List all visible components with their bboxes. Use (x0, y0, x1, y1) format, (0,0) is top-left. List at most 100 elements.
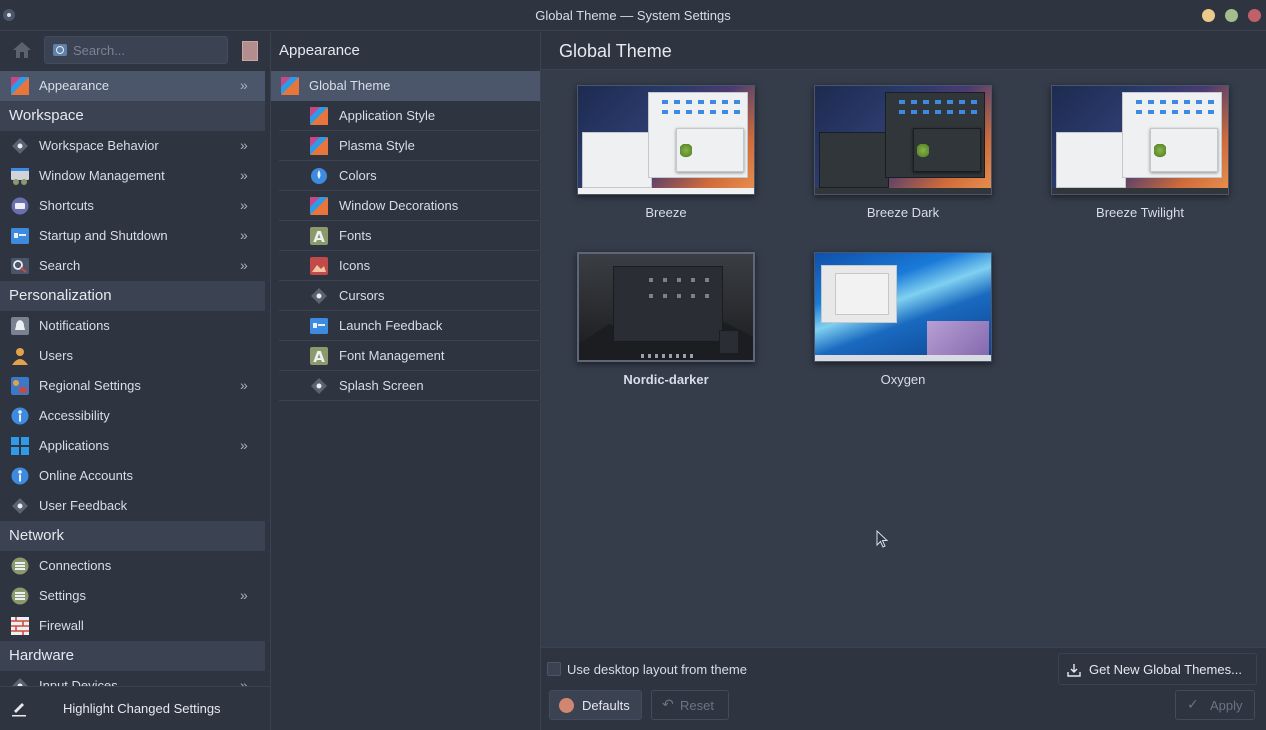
user-icon (10, 347, 30, 365)
theme-card-breeze[interactable]: Breeze (577, 85, 757, 225)
sidebar-item-label: Window Management (39, 168, 165, 183)
apply-button[interactable]: ✓ Apply (1175, 690, 1255, 720)
input-devices-icon (10, 677, 30, 686)
highlight-changed-settings-label: Highlight Changed Settings (63, 701, 221, 716)
category-item-label: Fonts (339, 228, 372, 243)
sidebar-item-shortcuts[interactable]: Shortcuts » (0, 191, 265, 221)
sidebar-item-startup-and-shutdown[interactable]: Startup and Shutdown » (0, 221, 265, 251)
sidebar-section-header: Personalization (0, 281, 265, 311)
sidebar-item-label: User Feedback (39, 498, 128, 513)
apply-label: Apply (1210, 698, 1243, 713)
category-item-colors[interactable]: Colors (279, 161, 539, 191)
category-item-label: Colors (339, 168, 377, 183)
category-item-fonts[interactable]: A Fonts (279, 221, 539, 251)
sidebar-item-label: Users (39, 348, 73, 363)
theme-name: Breeze (645, 205, 687, 220)
sidebar-item-label: Connections (39, 558, 112, 573)
get-new-themes-button[interactable]: Get New Global Themes... (1058, 653, 1257, 685)
sidebar-item-firewall[interactable]: Firewall (0, 611, 265, 641)
sidebar-item-workspace-behavior[interactable]: Workspace Behavior » (0, 131, 265, 161)
sidebar-item-label: Search (39, 258, 81, 273)
use-desktop-layout-checkbox[interactable] (547, 662, 561, 676)
sidebar-item-accessibility[interactable]: Accessibility (0, 401, 265, 431)
global-theme-icon (280, 77, 300, 95)
checkmark-icon: ✓ (1187, 696, 1199, 712)
theme-card-breeze-twilight[interactable]: Breeze Twilight (1051, 85, 1231, 225)
content-header: Global Theme (541, 32, 1266, 70)
chevron-right-icon: » (240, 77, 248, 93)
launch-feedback-icon (309, 317, 329, 335)
sidebar-section-header: Workspace (0, 101, 265, 131)
chevron-right-icon: » (240, 167, 248, 183)
action-bar: Use desktop layout from theme Get New Gl… (541, 648, 1266, 730)
sidebar-toolbar: Search... (0, 32, 265, 69)
category-item-label: Window Decorations (339, 198, 459, 213)
sidebar-item-connections[interactable]: Connections (0, 551, 265, 581)
category-item-plasma-style[interactable]: Plasma Style (279, 131, 539, 161)
section-header-label: Network (9, 527, 65, 544)
sidebar-item-user-feedback[interactable]: User Feedback (0, 491, 265, 521)
sidebar-item-label: Online Accounts (39, 468, 133, 483)
sidebar-item-users[interactable]: Users (0, 341, 265, 371)
user-feedback-icon (10, 497, 30, 515)
search-input[interactable]: Search... (44, 36, 228, 64)
category-item-application-style[interactable]: Application Style (279, 101, 539, 131)
defaults-button[interactable]: Defaults (549, 690, 642, 720)
sidebar-item-applications[interactable]: Applications » (0, 431, 265, 461)
sidebar-item-appearance[interactable]: Appearance » (0, 71, 265, 101)
sidebar-item-online-accounts[interactable]: Online Accounts (0, 461, 265, 491)
highlight-changed-settings-button[interactable]: Highlight Changed Settings (0, 686, 271, 730)
maximize-button[interactable] (1225, 9, 1238, 22)
use-desktop-layout-label[interactable]: Use desktop layout from theme (567, 662, 747, 677)
sidebar-item-input-devices[interactable]: Input Devices » (0, 671, 265, 686)
hamburger-menu-button[interactable] (242, 41, 258, 61)
defaults-label: Defaults (582, 698, 630, 713)
regional-settings-icon (10, 377, 30, 395)
category-item-label: Splash Screen (339, 378, 424, 393)
theme-name: Oxygen (880, 372, 926, 387)
firewall-icon (10, 617, 30, 635)
category-item-cursors[interactable]: Cursors (279, 281, 539, 311)
category-item-label: Global Theme (309, 78, 391, 93)
close-button[interactable] (1248, 9, 1261, 22)
category-item-global-theme[interactable]: Global Theme (271, 71, 540, 101)
category-item-icons[interactable]: Icons (279, 251, 539, 281)
undo-icon: ↶ (662, 696, 674, 712)
category-item-splash-screen[interactable]: Splash Screen (279, 371, 539, 401)
minimize-button[interactable] (1202, 9, 1215, 22)
page-title: Global Theme (559, 41, 672, 61)
font-management-icon: A (309, 347, 329, 366)
mouse-cursor-icon (876, 530, 889, 548)
theme-card-oxygen[interactable]: Oxygen (814, 252, 994, 392)
download-icon (1067, 664, 1081, 677)
theme-card-breeze-dark[interactable]: Breeze Dark (814, 85, 994, 225)
content-panel: Global Theme Breeze Breeze Dark Breeze T… (541, 32, 1266, 730)
sidebar-item-notifications[interactable]: Notifications (0, 311, 265, 341)
category-item-font-management[interactable]: A Font Management (279, 341, 539, 371)
sidebar-item-label: Accessibility (39, 408, 110, 423)
category-item-window-decorations[interactable]: Window Decorations (279, 191, 539, 221)
defaults-icon (559, 698, 574, 713)
appearance-icon (10, 77, 30, 95)
theme-card-nordic-darker[interactable]: Nordic-darker (577, 252, 757, 392)
search-icon (53, 44, 67, 56)
category-item-launch-feedback[interactable]: Launch Feedback (279, 311, 539, 341)
sidebar-item-regional-settings[interactable]: Regional Settings » (0, 371, 265, 401)
workspace-behavior-icon (10, 137, 30, 155)
application-style-icon (309, 107, 329, 125)
sidebar-item-label: Notifications (39, 318, 110, 333)
sidebar-item-search[interactable]: Search » (0, 251, 265, 281)
sidebar-item-label: Startup and Shutdown (39, 228, 168, 243)
category-title: Appearance (279, 42, 360, 59)
sidebar-section-header: Hardware (0, 641, 265, 671)
chevron-right-icon: » (240, 257, 248, 273)
splash-screen-icon (309, 377, 329, 395)
theme-preview-oxygen (814, 252, 992, 362)
home-icon[interactable] (12, 41, 32, 59)
category-item-label: Plasma Style (339, 138, 415, 153)
sidebar-item-settings[interactable]: Settings » (0, 581, 265, 611)
sidebar-item-window-management[interactable]: Window Management » (0, 161, 265, 191)
reset-button[interactable]: ↶ Reset (651, 690, 729, 720)
chevron-right-icon: » (240, 437, 248, 453)
get-new-themes-label: Get New Global Themes... (1089, 662, 1242, 677)
